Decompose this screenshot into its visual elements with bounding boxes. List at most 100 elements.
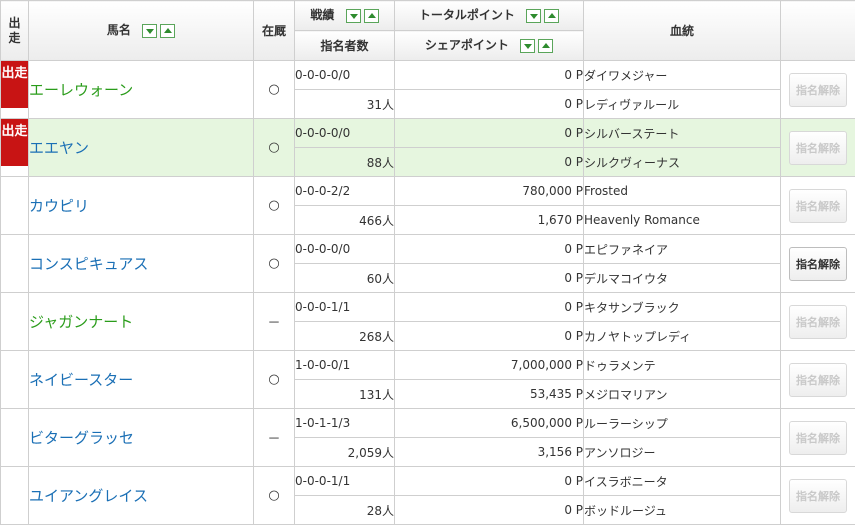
horse-name-link[interactable]: ネイビースター bbox=[29, 371, 133, 389]
horse-name-link[interactable]: ビターグラッセ bbox=[29, 429, 134, 447]
sire-name: ダイワメジャー bbox=[584, 61, 781, 90]
zaikyu-status: ○ bbox=[254, 351, 295, 409]
horse-name-cell: エエヤン bbox=[29, 119, 254, 177]
dam-name: メジロマリアン bbox=[584, 380, 781, 409]
nominees-value: 268人 bbox=[295, 322, 395, 351]
record-sort-asc-button[interactable] bbox=[364, 9, 379, 23]
total-points-sort-desc-button[interactable] bbox=[526, 9, 541, 23]
release-nomination-button[interactable]: 指名解除 bbox=[789, 305, 847, 339]
dam-name: Heavenly Romance bbox=[584, 206, 781, 235]
header-zaikyu: 在厩 bbox=[254, 1, 295, 61]
nominees-value: 2,059人 bbox=[295, 438, 395, 467]
zaikyu-status: ○ bbox=[254, 177, 295, 235]
record-value: 1-0-1-1/3 bbox=[295, 409, 395, 438]
shusso-cell bbox=[1, 467, 29, 525]
horse-name-cell: コンスピキュアス bbox=[29, 235, 254, 293]
sire-name: イスラボニータ bbox=[584, 467, 781, 496]
action-cell: 指名解除 bbox=[781, 293, 855, 351]
sire-name: シルバーステート bbox=[584, 119, 781, 148]
release-nomination-button[interactable]: 指名解除 bbox=[789, 247, 847, 281]
shusso-cell: 出走 bbox=[1, 61, 29, 119]
nominees-value: 31人 bbox=[295, 90, 395, 119]
record-value: 0-0-0-0/0 bbox=[295, 235, 395, 264]
header-total-points-label: トータルポイント bbox=[419, 8, 515, 22]
horse-name-link[interactable]: ユイアングレイス bbox=[29, 487, 148, 505]
dam-name: カノヤトップレディ bbox=[584, 322, 781, 351]
horse-name-link[interactable]: コンスピキュアス bbox=[29, 255, 148, 273]
horse-name-link[interactable]: エーレウォーン bbox=[29, 81, 133, 99]
header-record-label: 戦績 bbox=[310, 8, 334, 22]
share-points-sort-asc-button[interactable] bbox=[538, 39, 553, 53]
horse-name-link[interactable]: ジャガンナート bbox=[29, 313, 133, 331]
nominees-value: 28人 bbox=[295, 496, 395, 525]
sire-name: Frosted bbox=[584, 177, 781, 206]
zaikyu-status: － bbox=[254, 409, 295, 467]
record-sort-desc-button[interactable] bbox=[346, 9, 361, 23]
release-nomination-button[interactable]: 指名解除 bbox=[789, 131, 847, 165]
record-value: 0-0-0-1/1 bbox=[295, 293, 395, 322]
dam-name: アンソロジー bbox=[584, 438, 781, 467]
release-nomination-button[interactable]: 指名解除 bbox=[789, 73, 847, 107]
table-row: ユイアングレイス ○ 0-0-0-1/1 0 P イスラボニータ 指名解除 bbox=[1, 467, 855, 496]
name-sort-asc-button[interactable] bbox=[160, 24, 175, 38]
nominees-value: 88人 bbox=[295, 148, 395, 177]
table-row: ジャガンナート － 0-0-0-1/1 0 P キタサンブラック 指名解除 bbox=[1, 293, 855, 322]
nominees-value: 60人 bbox=[295, 264, 395, 293]
record-value: 0-0-0-0/0 bbox=[295, 119, 395, 148]
action-cell: 指名解除 bbox=[781, 467, 855, 525]
horse-name-link[interactable]: カウピリ bbox=[29, 197, 89, 215]
share-points-value: 53,435 P bbox=[395, 380, 584, 409]
shusso-cell bbox=[1, 293, 29, 351]
table-row: ビターグラッセ － 1-0-1-1/3 6,500,000 P ルーラーシップ … bbox=[1, 409, 855, 438]
share-points-value: 0 P bbox=[395, 322, 584, 351]
header-bloodline: 血統 bbox=[584, 1, 781, 61]
total-points-sort-asc-button[interactable] bbox=[544, 9, 559, 23]
record-value: 0-0-0-0/0 bbox=[295, 61, 395, 90]
share-points-sort-desc-button[interactable] bbox=[520, 39, 535, 53]
horse-name-cell: エーレウォーン bbox=[29, 61, 254, 119]
action-cell: 指名解除 bbox=[781, 61, 855, 119]
table-row: 出走 エエヤン ○ 0-0-0-0/0 0 P シルバーステート 指名解除 bbox=[1, 119, 855, 148]
release-nomination-button[interactable]: 指名解除 bbox=[789, 189, 847, 223]
shusso-cell bbox=[1, 235, 29, 293]
total-points-value: 0 P bbox=[395, 61, 584, 90]
record-value: 0-0-0-1/1 bbox=[295, 467, 395, 496]
shusso-cell: 出走 bbox=[1, 119, 29, 177]
share-points-value: 0 P bbox=[395, 148, 584, 177]
table-row: コンスピキュアス ○ 0-0-0-0/0 0 P エピファネイア 指名解除 bbox=[1, 235, 855, 264]
header-name-label: 馬名 bbox=[107, 23, 131, 37]
share-points-value: 0 P bbox=[395, 90, 584, 119]
total-points-value: 0 P bbox=[395, 119, 584, 148]
nominees-value: 131人 bbox=[295, 380, 395, 409]
shusso-cell bbox=[1, 409, 29, 467]
horse-name-link[interactable]: エエヤン bbox=[29, 139, 89, 157]
release-nomination-button[interactable]: 指名解除 bbox=[789, 479, 847, 513]
shusso-badge: 出走 bbox=[1, 61, 28, 108]
dam-name: ボッドルージュ bbox=[584, 496, 781, 525]
total-points-value: 7,000,000 P bbox=[395, 351, 584, 380]
share-points-value: 3,156 P bbox=[395, 438, 584, 467]
nominees-value: 466人 bbox=[295, 206, 395, 235]
action-cell: 指名解除 bbox=[781, 177, 855, 235]
release-nomination-button[interactable]: 指名解除 bbox=[789, 421, 847, 455]
zaikyu-status: ○ bbox=[254, 235, 295, 293]
total-points-value: 0 P bbox=[395, 467, 584, 496]
name-sort-desc-button[interactable] bbox=[142, 24, 157, 38]
zaikyu-status: ○ bbox=[254, 119, 295, 177]
record-value: 1-0-0-0/1 bbox=[295, 351, 395, 380]
action-cell: 指名解除 bbox=[781, 119, 855, 177]
shusso-badge: 出走 bbox=[1, 119, 28, 166]
header-shusso: 出走 bbox=[1, 1, 29, 61]
horse-name-cell: ジャガンナート bbox=[29, 293, 254, 351]
action-cell: 指名解除 bbox=[781, 409, 855, 467]
share-points-value: 0 P bbox=[395, 264, 584, 293]
sire-name: ドゥラメンテ bbox=[584, 351, 781, 380]
header-record: 戦績 bbox=[295, 1, 395, 31]
sire-name: エピファネイア bbox=[584, 235, 781, 264]
shusso-cell bbox=[1, 351, 29, 409]
action-cell: 指名解除 bbox=[781, 235, 855, 293]
table-row: ネイビースター ○ 1-0-0-0/1 7,000,000 P ドゥラメンテ 指… bbox=[1, 351, 855, 380]
release-nomination-button[interactable]: 指名解除 bbox=[789, 363, 847, 397]
header-action bbox=[781, 1, 855, 61]
share-points-value: 0 P bbox=[395, 496, 584, 525]
